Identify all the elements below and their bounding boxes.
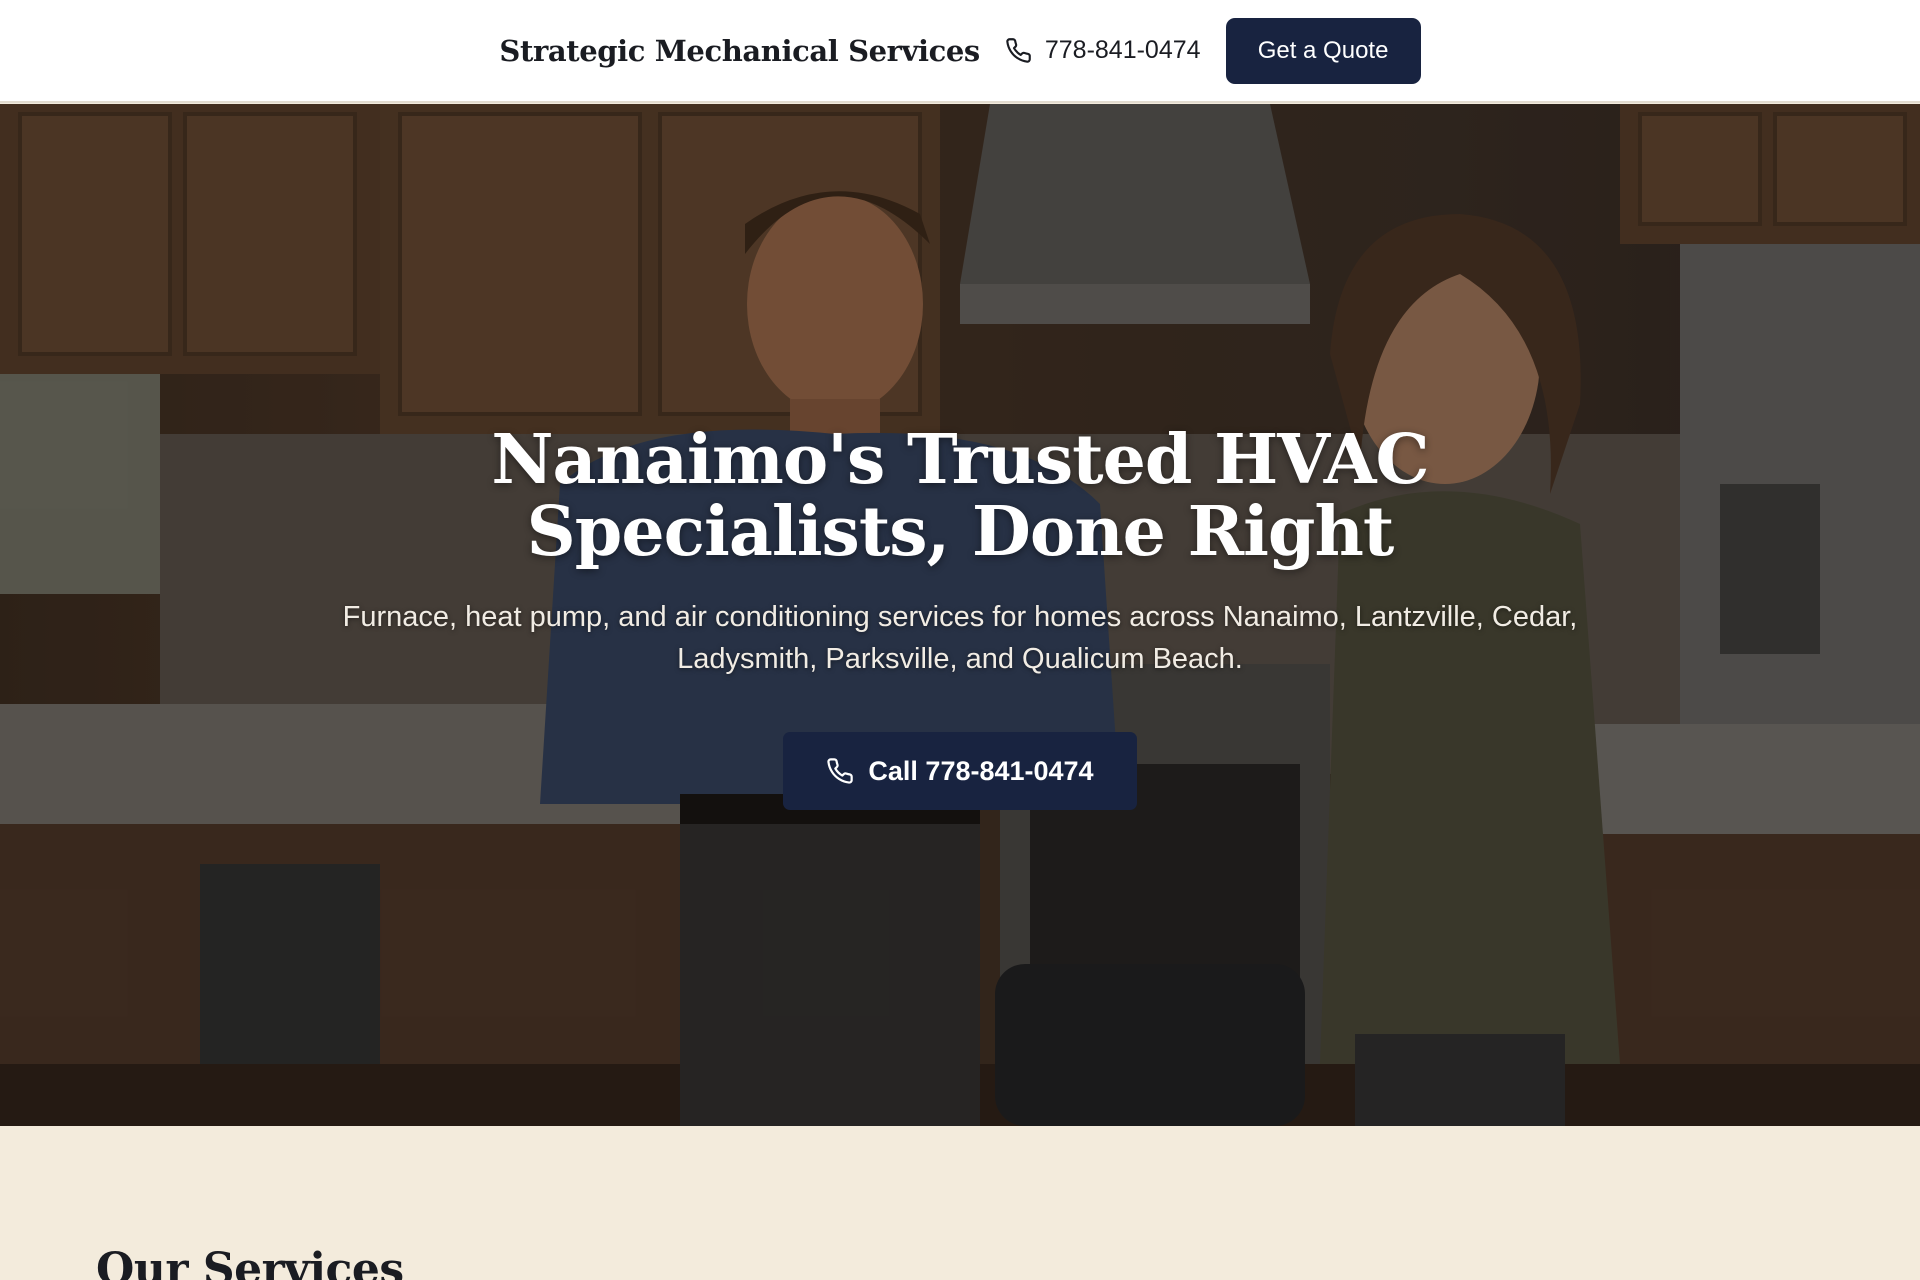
hero-title: Nanaimo's Trusted HVAC Specialists, Done… [491, 420, 1429, 572]
get-quote-button[interactable]: Get a Quote [1225, 17, 1421, 84]
header-phone-link[interactable]: 778-841-0474 [1005, 36, 1201, 65]
call-button[interactable]: Call 778-841-0474 [783, 732, 1137, 810]
header-phone-number: 778-841-0474 [1044, 36, 1201, 64]
site-header: Strategic Mechanical Services 778-841-04… [0, 0, 1920, 103]
services-heading: Our Services [96, 1244, 404, 1280]
phone-icon [827, 758, 854, 784]
hero-section: Nanaimo's Trusted HVAC Specialists, Done… [0, 104, 1920, 1126]
call-button-label: Call 778-841-0474 [868, 755, 1094, 786]
hero-content: Nanaimo's Trusted HVAC Specialists, Done… [0, 104, 1920, 1126]
brand-name[interactable]: Strategic Mechanical Services [499, 34, 980, 68]
services-section: Our Services [0, 1126, 1920, 1280]
phone-icon [1006, 38, 1031, 63]
hero-subtitle: Furnace, heat pump, and air conditioning… [342, 601, 1578, 675]
